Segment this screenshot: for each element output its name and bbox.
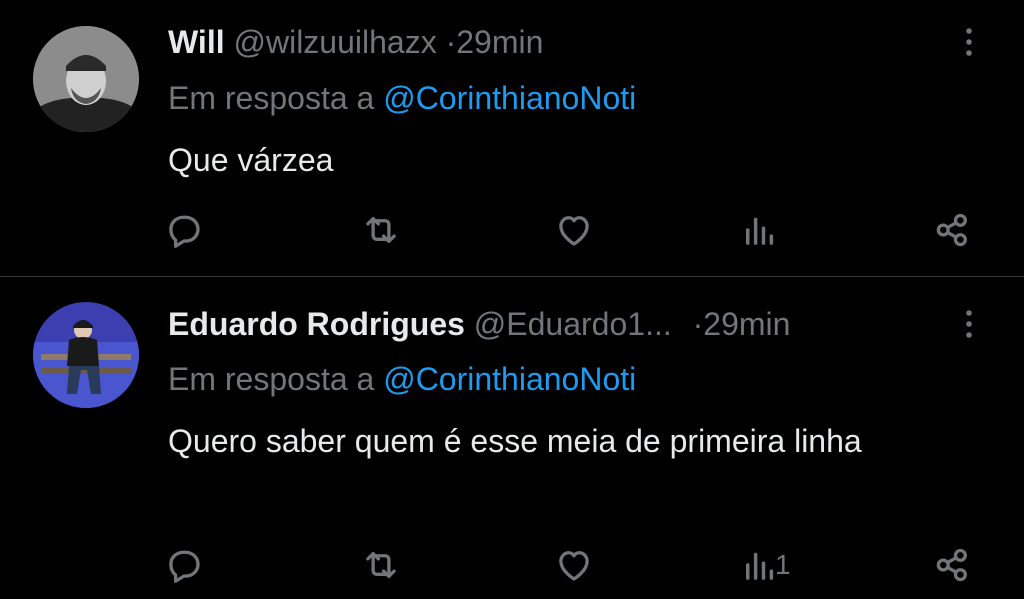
like-icon (559, 216, 589, 246)
action-bar: 1 (0, 545, 1024, 585)
timestamp[interactable]: 29min (703, 306, 790, 342)
separator-dot: · (445, 24, 457, 60)
tweet-text: Que várzea (168, 142, 334, 178)
more-icon[interactable] (955, 304, 983, 344)
tweet-1[interactable]: Will @wilzuuilhazx ·29min Em resposta a … (0, 0, 1024, 276)
reply-mention-link[interactable]: @CorinthianoNoti (383, 80, 636, 116)
reply-button[interactable] (163, 210, 205, 250)
retweet-button[interactable] (360, 545, 402, 585)
user-handle[interactable]: @wilzuuilhazx (233, 24, 436, 60)
share-button[interactable] (931, 210, 973, 250)
more-icon[interactable] (955, 22, 983, 62)
like-button[interactable] (553, 210, 595, 250)
like-button[interactable] (553, 545, 595, 585)
retweet-icon (366, 216, 396, 244)
avatar[interactable] (33, 302, 139, 408)
user-handle[interactable]: @Eduardo1... (474, 306, 672, 342)
reply-button[interactable] (163, 545, 205, 585)
tweet-header: Will @wilzuuilhazx ·29min (168, 22, 924, 62)
display-name[interactable]: Eduardo Rodrigues (168, 306, 465, 342)
reply-context: Em resposta a @CorinthianoNoti (168, 78, 636, 118)
separator-dot: · (692, 306, 704, 342)
share-icon (936, 213, 967, 247)
views-button[interactable] (739, 210, 775, 250)
reply-prefix: Em resposta a (168, 80, 375, 116)
tweet-header: Eduardo Rodrigues @Eduardo1... ·29min (168, 304, 924, 344)
reply-mention-link[interactable]: @CorinthianoNoti (383, 361, 636, 397)
action-bar (0, 210, 1024, 250)
reply-context: Em resposta a @CorinthianoNoti (168, 359, 636, 399)
views-count: 1 (775, 549, 791, 580)
avatar[interactable] (33, 26, 139, 132)
views-icon (746, 217, 774, 245)
share-icon (936, 548, 967, 582)
reply-icon (169, 215, 200, 248)
like-icon (559, 551, 589, 581)
reply-prefix: Em resposta a (168, 361, 375, 397)
timestamp[interactable]: 29min (456, 24, 543, 60)
tweet-2[interactable]: Eduardo Rodrigues @Eduardo1... ·29min Em… (0, 277, 1024, 599)
retweet-icon (366, 551, 396, 579)
share-button[interactable] (931, 545, 973, 585)
tweet-text: Quero saber quem é esse meia de primeira… (168, 423, 862, 459)
retweet-button[interactable] (360, 210, 402, 250)
display-name[interactable]: Will (168, 24, 225, 60)
reply-icon (169, 550, 200, 583)
views-button[interactable]: 1 (739, 545, 791, 585)
